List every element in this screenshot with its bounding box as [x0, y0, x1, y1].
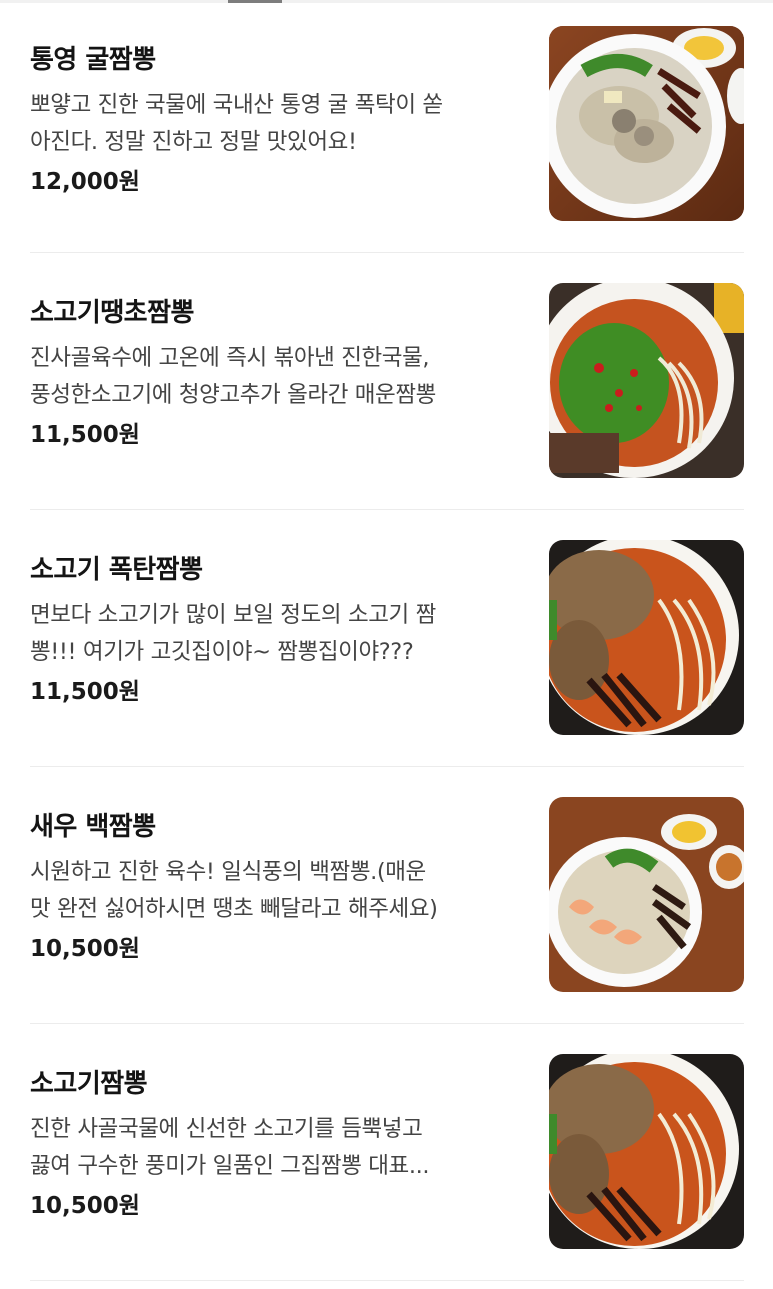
- menu-item-text: 소고기 폭탄짬뽕 면보다 소고기가 많이 보일 정도의 소고기 짬 뽕!!! 여…: [30, 552, 526, 708]
- menu-item-beef-chili-jjamppong[interactable]: 소고기땡초짬뽕 진사골육수에 고온에 즉시 볶아낸 진한국물, 풍성한소고기에 …: [30, 253, 744, 510]
- menu-item-text: 소고기짬뽕 진한 사골국물에 신선한 소고기를 듬뿍넣고 끓여 구수한 풍미가 …: [30, 1066, 526, 1222]
- menu-item-beef-jjamppong[interactable]: 소고기짬뽕 진한 사골국물에 신선한 소고기를 듬뿍넣고 끓여 구수한 풍미가 …: [30, 1024, 744, 1281]
- menu-item-beef-bomb-jjamppong[interactable]: 소고기 폭탄짬뽕 면보다 소고기가 많이 보일 정도의 소고기 짬 뽕!!! 여…: [30, 510, 744, 767]
- menu-item-name: 소고기짬뽕: [30, 1069, 148, 1099]
- menu-item-text: 새우 백짬뽕 시원하고 진한 육수! 일식풍의 백짬뽕.(매운 맛 완전 싫어하…: [30, 809, 526, 965]
- menu-item-description: 면보다 소고기가 많이 보일 정도의 소고기 짬 뽕!!! 여기가 고깃집이야~…: [30, 602, 436, 665]
- menu-list: 통영 굴짬뽕 뽀얗고 진한 국물에 국내산 통영 굴 폭탁이 쏟 아진다. 정말…: [30, 0, 744, 1281]
- menu-item-description: 시원하고 진한 육수! 일식풍의 백짬뽕.(매운 맛 완전 싫어하시면 땡초 빼…: [30, 859, 438, 922]
- menu-item-price: 12,000원: [30, 169, 140, 195]
- beef-jjamppong-photo[interactable]: [549, 1054, 744, 1249]
- menu-item-name: 새우 백짬뽕: [30, 812, 156, 842]
- menu-item-price: 10,500원: [30, 936, 140, 962]
- menu-item-text: 소고기땡초짬뽕 진사골육수에 고온에 즉시 볶아낸 진한국물, 풍성한소고기에 …: [30, 295, 526, 451]
- menu-item-shrimp-white-jjamppong[interactable]: 새우 백짬뽕 시원하고 진한 육수! 일식풍의 백짬뽕.(매운 맛 완전 싫어하…: [30, 767, 744, 1024]
- menu-item-price: 11,500원: [30, 422, 140, 448]
- oyster-jjamppong-photo[interactable]: [549, 26, 744, 221]
- beef-chili-jjamppong-photo[interactable]: [549, 283, 744, 478]
- menu-item-name: 소고기땡초짬뽕: [30, 298, 194, 328]
- menu-item-text: 통영 굴짬뽕 뽀얗고 진한 국물에 국내산 통영 굴 폭탁이 쏟 아진다. 정말…: [30, 42, 526, 198]
- shrimp-white-jjamppong-photo[interactable]: [549, 797, 744, 992]
- menu-item-description: 뽀얗고 진한 국물에 국내산 통영 굴 폭탁이 쏟 아진다. 정말 진하고 정말…: [30, 92, 443, 155]
- menu-item-name: 통영 굴짬뽕: [30, 45, 156, 75]
- menu-item-price: 10,500원: [30, 1193, 140, 1219]
- menu-item-price: 11,500원: [30, 679, 140, 705]
- menu-item-oyster-jjamppong[interactable]: 통영 굴짬뽕 뽀얗고 진한 국물에 국내산 통영 굴 폭탁이 쏟 아진다. 정말…: [30, 0, 744, 253]
- menu-item-description: 진사골육수에 고온에 즉시 볶아낸 진한국물, 풍성한소고기에 청양고추가 올라…: [30, 345, 436, 408]
- beef-bomb-jjamppong-photo[interactable]: [549, 540, 744, 735]
- menu-item-description: 진한 사골국물에 신선한 소고기를 듬뿍넣고 끓여 구수한 풍미가 일품인 그집…: [30, 1116, 430, 1179]
- menu-item-name: 소고기 폭탄짬뽕: [30, 555, 203, 585]
